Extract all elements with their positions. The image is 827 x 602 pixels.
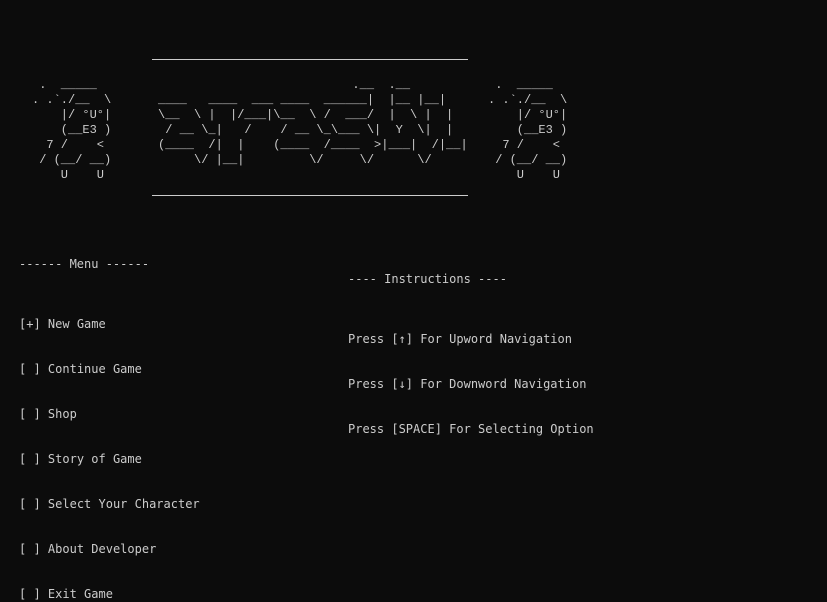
instructions-panel: ---- Instructions ---- Press [↑] For Upw… xyxy=(348,242,594,467)
main-menu: ------ Menu ------ [+] New Game [ ] Cont… xyxy=(19,227,200,602)
menu-item-marker: [ ] xyxy=(19,362,41,376)
menu-item-marker: [ ] xyxy=(19,407,41,421)
menu-item-exit-game[interactable]: [ ] Exit Game xyxy=(19,587,200,602)
menu-item-marker: [ ] xyxy=(19,587,41,601)
banner-top-rule xyxy=(152,59,468,60)
menu-item-label: Continue Game xyxy=(47,362,142,376)
menu-item-new-game[interactable]: [+] New Game xyxy=(19,317,200,332)
instruction-select-option: Press [SPACE] For Selecting Option xyxy=(348,422,594,436)
menu-item-marker: [+] xyxy=(19,317,41,331)
menu-item-marker: [ ] xyxy=(19,497,41,511)
menu-item-marker: [ ] xyxy=(19,452,41,466)
instruction-down-navigation: Press [↓] For Downword Navigation xyxy=(348,377,587,391)
terminal-window: . _____ . .`./__ \ |/ °U°| (__E3 ) 7 / <… xyxy=(0,0,827,602)
menu-item-continue-game[interactable]: [ ] Continue Game xyxy=(19,362,200,377)
character-art-right: . _____ . .`./__ \ |/ °U°| (__E3 ) 7 / <… xyxy=(488,78,568,182)
instruction-up-navigation: Press [↑] For Upword Navigation xyxy=(348,332,572,346)
menu-item-story-of-game[interactable]: [ ] Story of Game xyxy=(19,452,200,467)
menu-item-label: About Developer xyxy=(47,542,157,556)
menu-item-about-developer[interactable]: [ ] About Developer xyxy=(19,542,200,557)
menu-item-label: Story of Game xyxy=(47,452,142,466)
menu-item-shop[interactable]: [ ] Shop xyxy=(19,407,200,422)
menu-item-marker: [ ] xyxy=(19,542,41,556)
character-art-left: . _____ . .`./__ \ |/ °U°| (__E3 ) 7 / <… xyxy=(32,78,112,182)
instructions-header: ---- Instructions ---- xyxy=(348,272,507,286)
banner-bottom-rule xyxy=(152,195,468,196)
menu-item-select-character[interactable]: [ ] Select Your Character xyxy=(19,497,200,512)
menu-item-label: Shop xyxy=(47,407,77,421)
game-title-art: .__ .__ ____ ____ ___ ____ ______| |__ |… xyxy=(158,78,468,167)
menu-item-label: Exit Game xyxy=(47,587,113,601)
menu-header: ------ Menu ------ xyxy=(19,257,150,271)
menu-item-label: New Game xyxy=(47,317,106,331)
menu-item-label: Select Your Character xyxy=(47,497,200,511)
